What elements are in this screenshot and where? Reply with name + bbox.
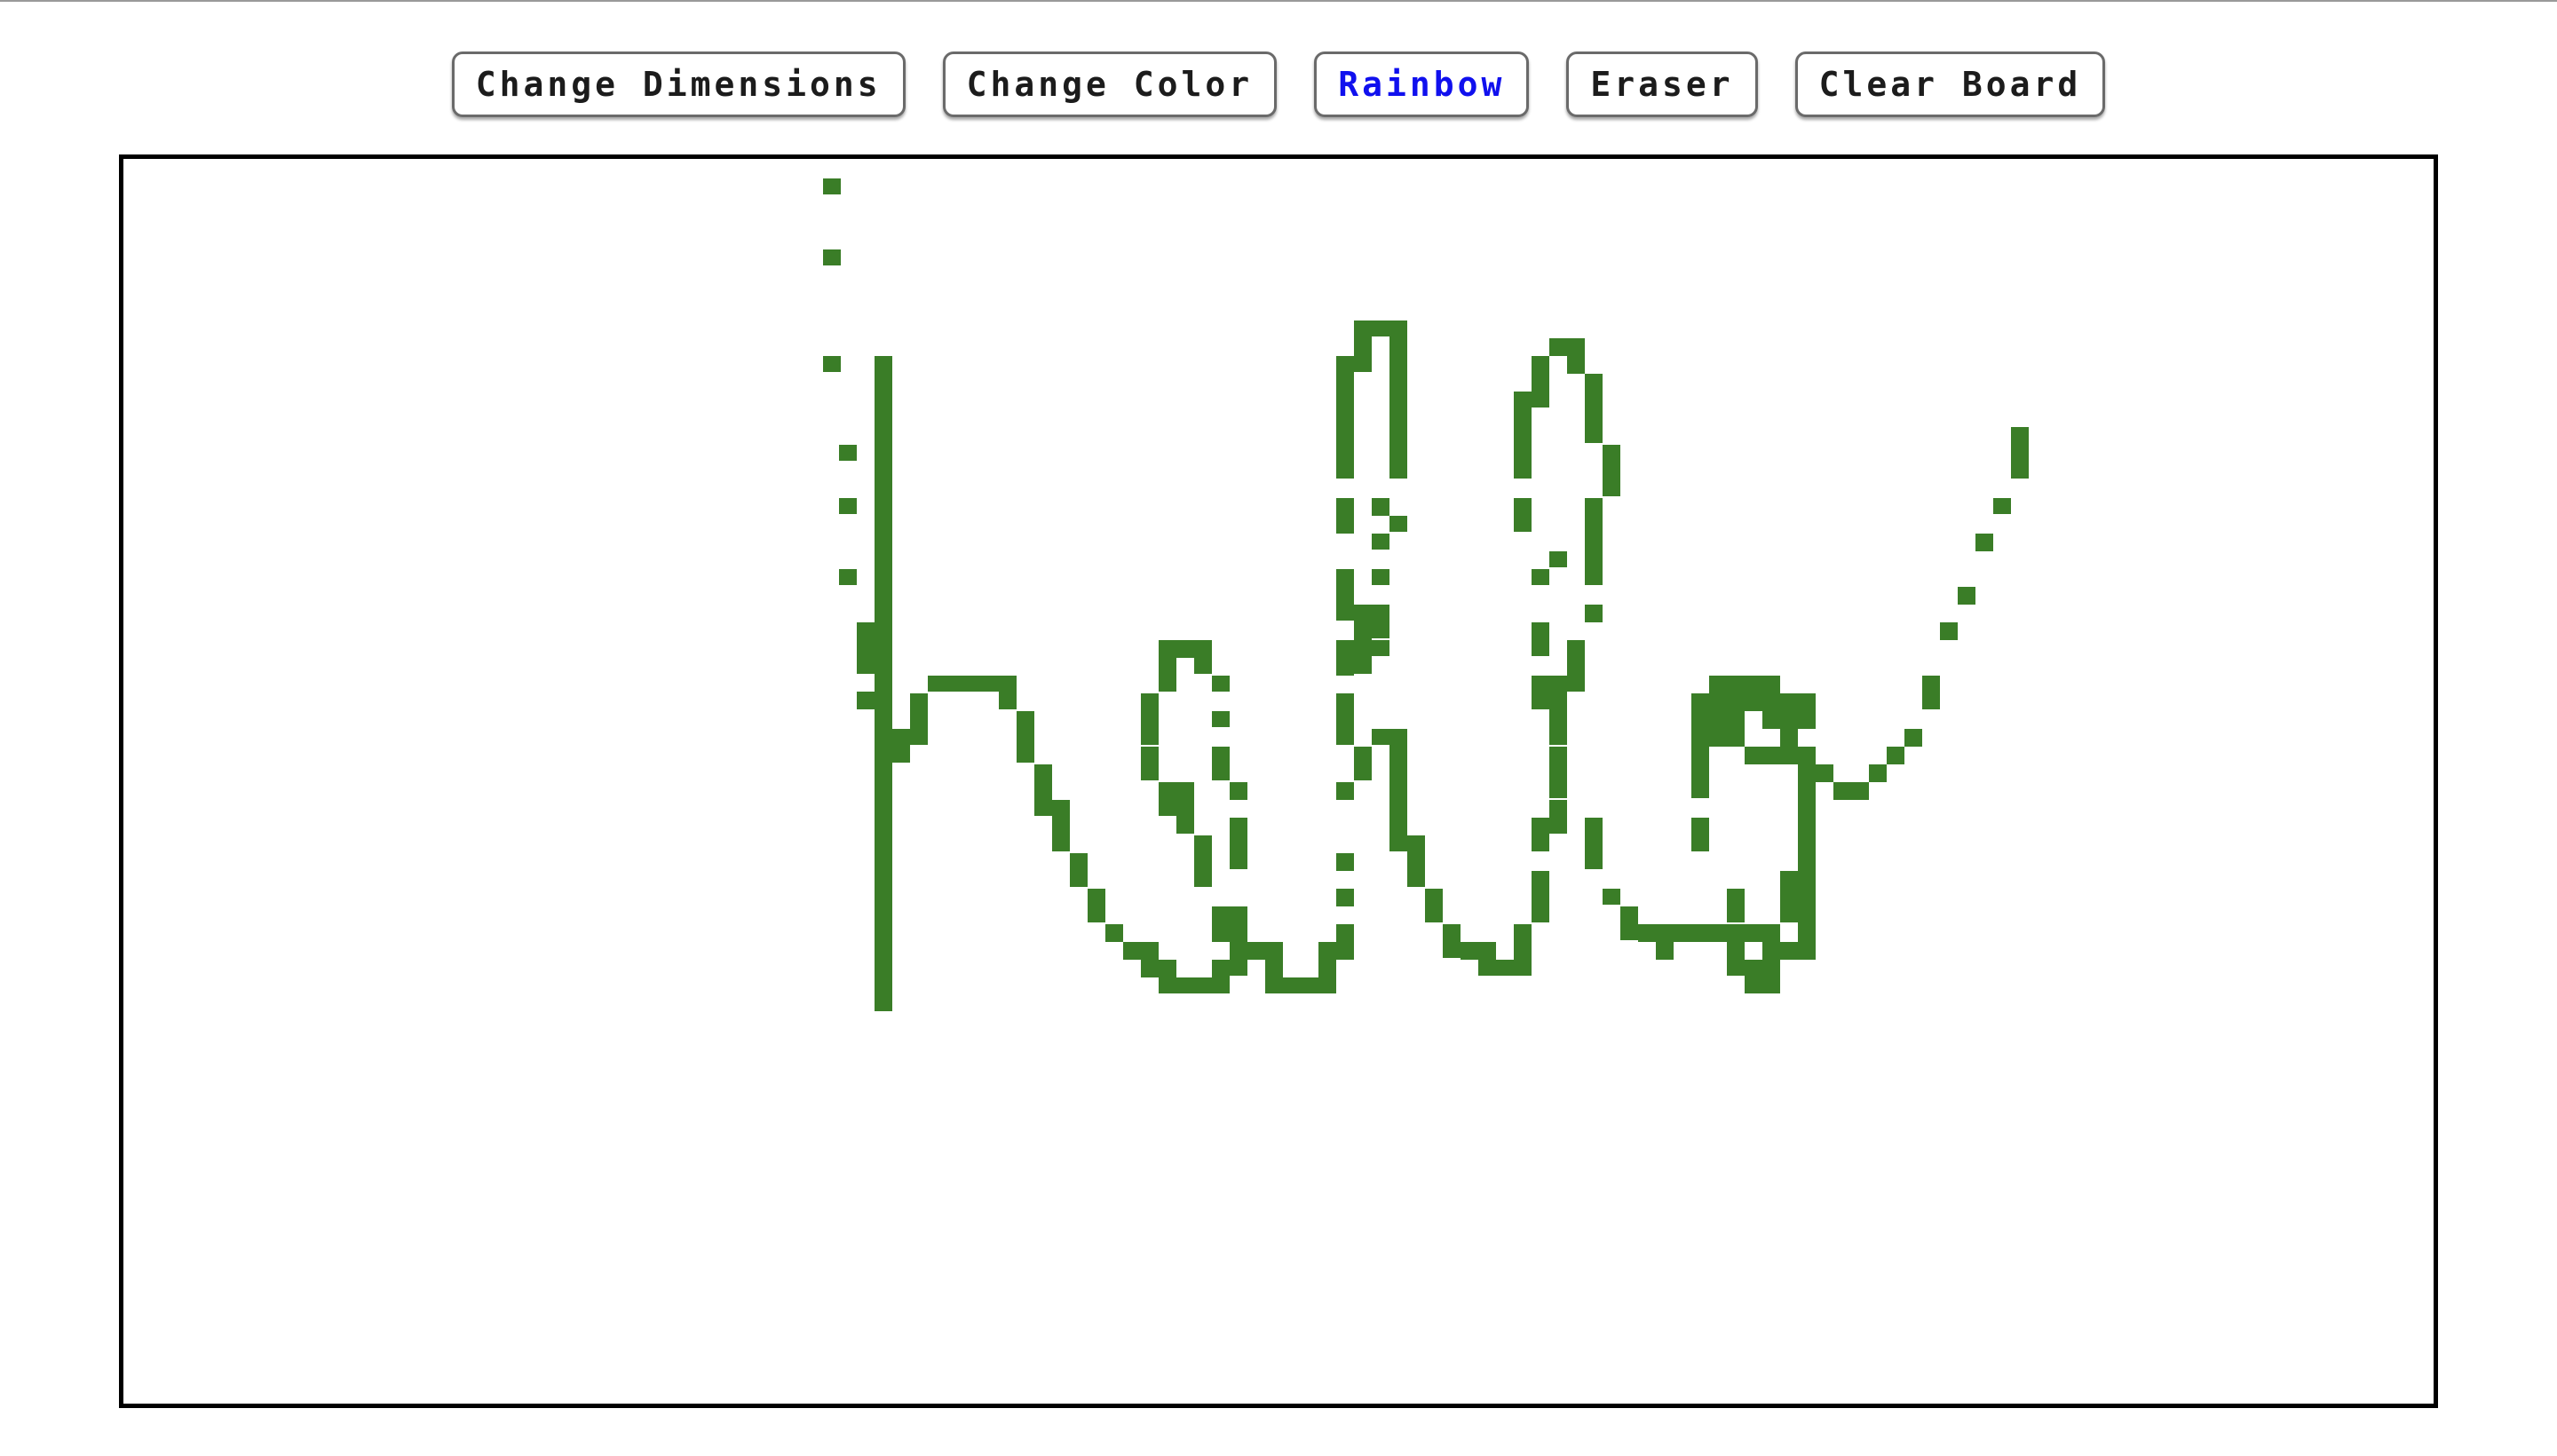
top-divider xyxy=(0,0,2557,2)
eraser-button[interactable]: Eraser xyxy=(1566,51,1758,117)
clear-board-button[interactable]: Clear Board xyxy=(1794,51,2106,117)
hello-drawing xyxy=(823,178,2029,1011)
toolbar: Change Dimensions Change Color Rainbow E… xyxy=(0,50,2557,119)
change-color-button[interactable]: Change Color xyxy=(942,51,1278,117)
change-dimensions-button[interactable]: Change Dimensions xyxy=(451,51,906,117)
pixel-drawing xyxy=(823,178,2029,1011)
rainbow-button[interactable]: Rainbow xyxy=(1314,51,1530,117)
drawing-board[interactable] xyxy=(119,154,2438,1408)
